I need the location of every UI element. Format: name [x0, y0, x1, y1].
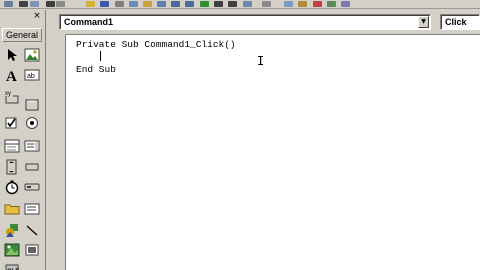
vscrollbar-icon[interactable] [23, 158, 41, 176]
hscrollbar-icon[interactable] [3, 158, 21, 176]
timer-icon[interactable] [3, 178, 21, 196]
combobox-icon[interactable] [3, 137, 21, 155]
end-icon[interactable] [226, 0, 238, 8]
text-caret [100, 51, 101, 61]
data-view-icon[interactable] [325, 0, 337, 8]
listbox-icon[interactable] [23, 137, 41, 155]
code-line: End Sub [76, 64, 116, 75]
find-icon[interactable] [155, 0, 167, 8]
shape-icon[interactable] [3, 221, 21, 239]
properties-window-icon[interactable] [260, 0, 272, 8]
optionbutton-icon[interactable] [23, 114, 41, 132]
image-icon[interactable] [3, 241, 21, 259]
object-browser-icon[interactable] [296, 0, 308, 8]
code-line: Private Sub Command1_Click() [76, 39, 236, 50]
code-window: Command1 ▼ Click Private Sub Command1_Cl… [47, 10, 480, 270]
paste-icon[interactable] [141, 0, 153, 8]
checkbox-icon[interactable] [3, 114, 21, 132]
drivelistbox-icon[interactable] [23, 178, 41, 196]
open-project-icon[interactable] [84, 0, 96, 8]
project-explorer-icon[interactable] [2, 0, 14, 8]
label-icon[interactable]: A [3, 66, 21, 84]
vb6-ide: × General A ab xy Command1 ▼ Click Priva… [0, 0, 480, 270]
commandbutton-icon[interactable] [23, 96, 41, 114]
object-combobox-value: Command1 [64, 17, 114, 27]
procedure-combobox[interactable]: Click [440, 14, 480, 30]
code-margin-indicator-bar [47, 34, 65, 270]
ibeam-cursor-icon: I [257, 54, 265, 68]
toolbox-tab-general[interactable]: General [2, 28, 42, 42]
close-icon[interactable]: × [32, 12, 42, 21]
add-form-icon[interactable] [28, 0, 40, 8]
code-editor[interactable]: Private Sub Command1_Click() End Sub I [65, 34, 480, 270]
start-icon[interactable] [198, 0, 210, 8]
undo-icon[interactable] [169, 0, 181, 8]
dirlistbox-icon[interactable] [3, 200, 21, 218]
filelistbox-icon[interactable] [23, 200, 41, 218]
form-layout-icon[interactable] [282, 0, 294, 8]
copy-icon[interactable] [127, 0, 139, 8]
save-project-icon[interactable] [98, 0, 110, 8]
svg-text:A: A [6, 69, 17, 83]
object-combobox[interactable]: Command1 ▼ [59, 14, 431, 30]
procedure-combobox-value: Click [445, 17, 467, 27]
pointer-icon[interactable] [3, 46, 21, 64]
frame-icon[interactable]: xy [3, 87, 21, 105]
data-icon[interactable] [23, 241, 41, 259]
cut-icon[interactable] [113, 0, 125, 8]
menu-editor-icon[interactable] [54, 0, 66, 8]
picturebox-icon[interactable] [23, 46, 41, 64]
toolbox-icon[interactable] [311, 0, 323, 8]
component-manager-icon[interactable] [339, 0, 351, 8]
textbox-icon[interactable]: ab [23, 66, 41, 84]
standard-toolbar [0, 0, 480, 9]
chevron-down-icon[interactable]: ▼ [418, 16, 429, 28]
toolbox-panel: × General A ab xy [0, 10, 46, 270]
ole-icon[interactable]: OLE [3, 261, 21, 270]
redo-icon[interactable] [183, 0, 195, 8]
break-icon[interactable] [212, 0, 224, 8]
project-explorer-window-icon[interactable] [241, 0, 253, 8]
line-icon[interactable] [23, 221, 41, 239]
svg-text:ab: ab [27, 73, 35, 80]
